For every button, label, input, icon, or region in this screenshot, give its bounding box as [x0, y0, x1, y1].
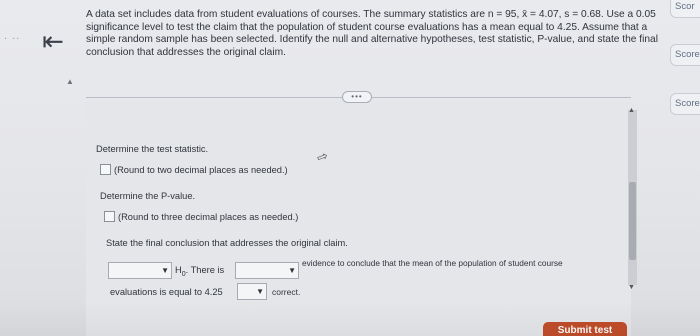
p-value-heading: Determine the P-value. — [100, 191, 196, 201]
question-text: A data set includes data from student ev… — [86, 9, 658, 58]
scroll-down-icon[interactable]: ▼ — [628, 284, 635, 291]
submit-test-button[interactable]: Submit test — [543, 322, 627, 336]
test-statistic-heading: Determine the test statistic. — [96, 144, 209, 154]
test-statistic-row: (Round to two decimal places as needed.) — [100, 164, 288, 175]
back-arrow-icon[interactable]: ⇤ — [36, 26, 70, 56]
score-tab-3[interactable]: Score — [670, 93, 700, 115]
evaluations-text: evaluations is equal to 4.25 — [110, 287, 223, 297]
evidence-level-dropdown[interactable]: ▼ — [235, 262, 299, 279]
p-value-row: (Round to three decimal places as needed… — [104, 211, 298, 222]
there-is-text: . There is — [185, 265, 225, 275]
claim-correctness-dropdown[interactable]: ▼ — [237, 283, 267, 300]
h0-label: H — [175, 265, 182, 275]
expand-button[interactable]: ••• — [342, 91, 372, 103]
test-statistic-hint: (Round to two decimal places as needed.) — [114, 165, 288, 175]
h0-text: H0. There is — [175, 265, 224, 278]
conclusion-heading: State the final conclusion that addresse… — [106, 238, 348, 248]
collapse-arrow-icon[interactable]: ▲ — [66, 77, 74, 86]
p-value-hint: (Round to three decimal places as needed… — [118, 212, 299, 222]
chevron-down-icon: ▼ — [256, 287, 264, 296]
score-tab-2[interactable]: Score — [670, 44, 700, 66]
evidence-text: evidence to conclude that the mean of th… — [302, 258, 563, 268]
test-statistic-input[interactable] — [100, 164, 111, 175]
menu-dots: . .. — [4, 30, 21, 42]
correct-text: correct. — [272, 287, 301, 297]
chevron-down-icon: ▼ — [288, 266, 296, 275]
p-value-input[interactable] — [104, 211, 115, 222]
chevron-down-icon: ▼ — [161, 266, 169, 275]
scroll-up-icon[interactable]: ▲ — [628, 107, 635, 114]
score-tab-1[interactable]: Scor — [670, 0, 700, 18]
hypothesis-decision-dropdown[interactable]: ▼ — [108, 262, 172, 279]
scrollbar-thumb[interactable] — [629, 182, 636, 260]
